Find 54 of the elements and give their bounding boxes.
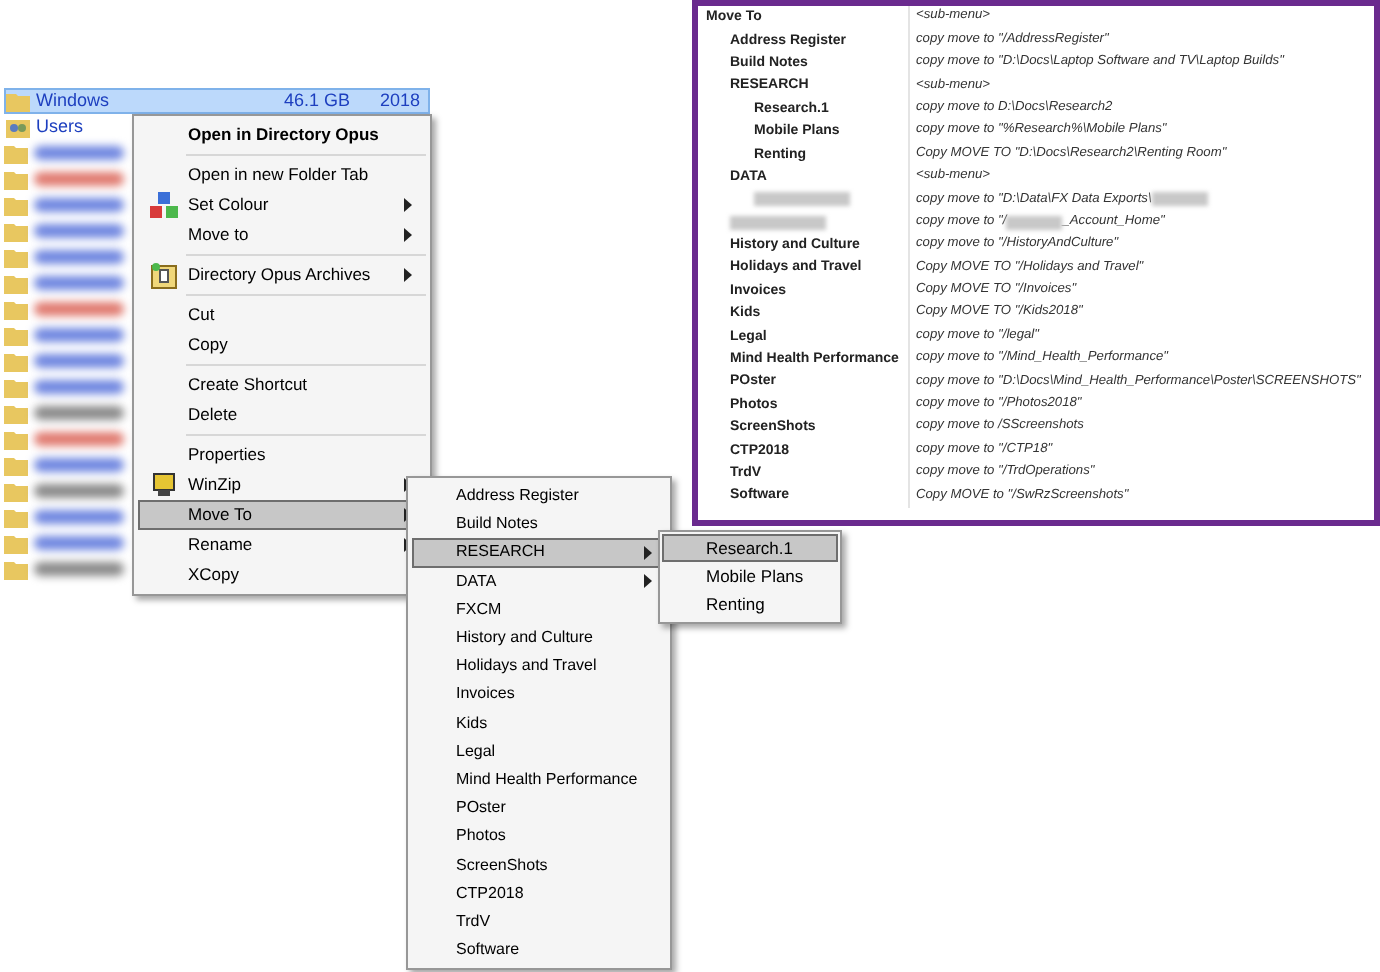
folder-icon xyxy=(4,273,28,293)
menu-item[interactable]: Open in new Folder Tab xyxy=(138,160,426,190)
colour-blocks-icon xyxy=(150,192,178,218)
folder-icon xyxy=(4,559,28,579)
menu-item[interactable]: Mobile Plans xyxy=(662,562,838,591)
menu-item[interactable]: Mind Health Performance xyxy=(412,765,666,795)
menu-item[interactable]: Photos xyxy=(412,822,666,851)
menu-item[interactable]: Software xyxy=(412,936,666,965)
menu-item[interactable]: Properties xyxy=(138,440,426,470)
menu-item[interactable]: Renting xyxy=(662,590,838,620)
folder-icon xyxy=(4,325,28,345)
file-date: 2018 xyxy=(379,87,420,114)
file-name: Users xyxy=(36,113,84,140)
folder-icon xyxy=(4,455,28,475)
folder-icon xyxy=(4,351,28,371)
menu-item[interactable]: Create Shortcut xyxy=(138,370,426,400)
menu-item[interactable]: Directory Opus Archives xyxy=(138,260,426,290)
folder-icon xyxy=(4,169,28,189)
menu-item[interactable]: Kids xyxy=(412,709,666,738)
menu-item[interactable]: History and Culture xyxy=(412,623,666,653)
menu-item[interactable]: DATA xyxy=(412,567,666,596)
menu-item[interactable]: Delete xyxy=(138,400,426,430)
menu-item[interactable]: Holidays and Travel xyxy=(412,652,666,681)
submenu-arrow-icon xyxy=(404,268,412,282)
file-size: 46.1 GB xyxy=(283,87,350,114)
menu-item[interactable]: Cut xyxy=(138,300,426,330)
submenu-arrow-icon xyxy=(404,228,412,242)
menu-item[interactable]: Legal xyxy=(412,737,666,766)
folder-icon xyxy=(4,299,28,319)
menu-item[interactable]: POster xyxy=(412,794,666,823)
folder-icon xyxy=(4,195,28,215)
folder-icon xyxy=(4,221,28,241)
folder-icon xyxy=(4,481,28,501)
folder-icon xyxy=(4,377,28,397)
menu-item[interactable]: FXCM xyxy=(412,595,666,624)
folder-icon xyxy=(4,507,28,527)
menu-item[interactable]: TrdV xyxy=(412,907,666,936)
archive-icon xyxy=(150,261,178,289)
menu-item[interactable]: Open in Directory Opus xyxy=(138,120,426,150)
folder-icon xyxy=(4,403,28,423)
file-row[interactable]: Windows 46.1 GB 2018 xyxy=(4,88,430,114)
menu-item[interactable]: Invoices xyxy=(412,680,666,709)
menu-item[interactable]: Research.1 xyxy=(662,534,838,563)
menu-item[interactable]: Set Colour xyxy=(138,190,426,220)
file-name: Windows xyxy=(36,87,110,114)
menu-item[interactable]: CTP2018 xyxy=(412,879,666,908)
users-folder-icon xyxy=(6,117,30,137)
folder-icon xyxy=(4,533,28,553)
menu-item[interactable]: Copy xyxy=(138,330,426,360)
menu-item[interactable]: Move to xyxy=(138,220,426,250)
menu-item[interactable]: ScreenShots xyxy=(412,850,666,880)
submenu-arrow-icon xyxy=(404,198,412,212)
folder-icon xyxy=(4,429,28,449)
folder-icon xyxy=(4,247,28,267)
